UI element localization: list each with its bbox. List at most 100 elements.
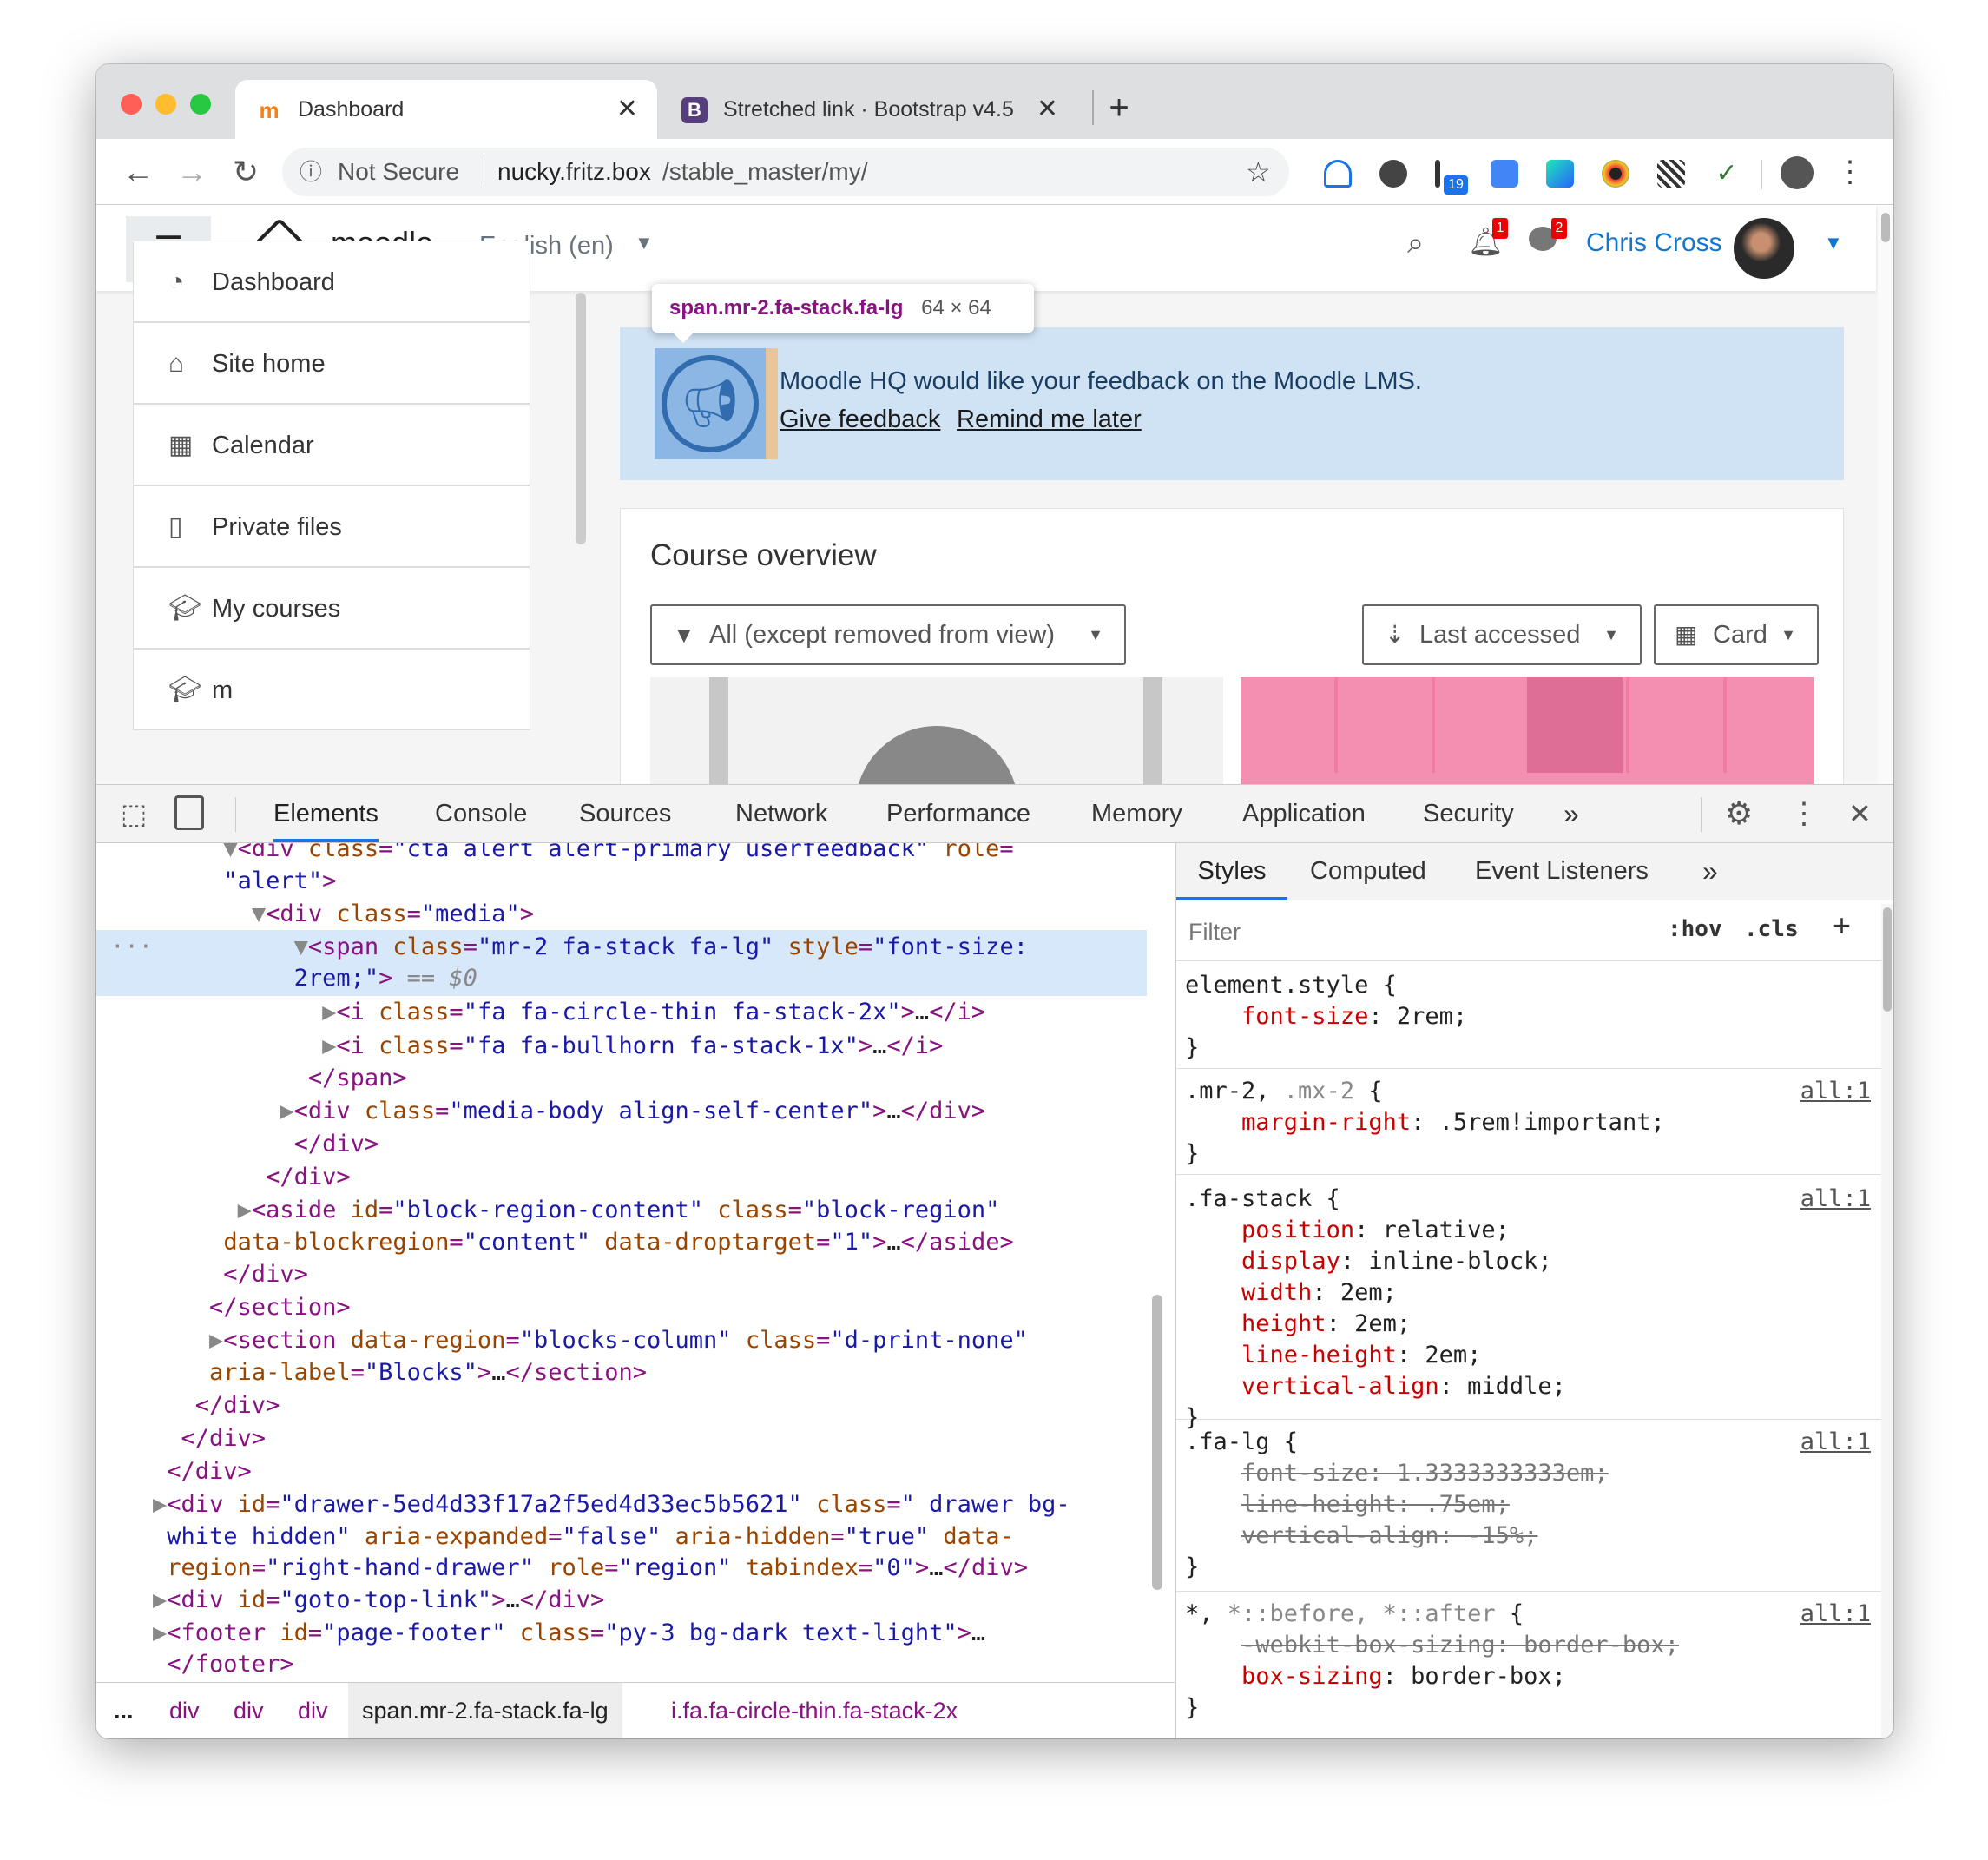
style-rule-universal[interactable]: all:1 *, *::before, *::after { -webkit-bo… (1176, 1599, 1881, 1738)
user-name[interactable]: Chris Cross (1586, 228, 1722, 258)
tab-elements[interactable]: Elements (273, 785, 379, 842)
crumb-more[interactable]: ... (114, 1683, 134, 1738)
avatar[interactable] (1734, 218, 1794, 279)
extension-3-icon[interactable] (1435, 160, 1440, 188)
dom-line[interactable]: ▶<aside id="block-region-content" class=… (96, 1194, 1147, 1226)
crumb-selected[interactable]: span.mr-2.fa-stack.fa-lg (348, 1683, 622, 1738)
tab-styles[interactable]: Styles (1176, 843, 1287, 900)
close-tab-icon[interactable]: ✕ (616, 80, 638, 139)
sort-dropdown[interactable]: ⇣ Last accessed ▼ (1362, 604, 1642, 665)
sidebar-item-calendar[interactable]: ▦ Calendar (133, 404, 530, 485)
sidebar-item-course-m[interactable]: 🎓︎ m (133, 649, 530, 730)
more-panels-chevron-icon[interactable]: » (1702, 843, 1718, 900)
style-rule-element[interactable]: element.style { font-size: 2rem; } (1176, 970, 1881, 1069)
profile-icon[interactable] (1781, 156, 1814, 189)
dom-line[interactable]: "alert"> (96, 865, 1147, 897)
elements-scrollbar[interactable] (1152, 1295, 1162, 1590)
course-card-image-h5p[interactable] (650, 677, 1223, 784)
tab-memory[interactable]: Memory (1091, 785, 1182, 842)
bookmark-star-icon[interactable]: ☆ (1246, 148, 1271, 196)
view-dropdown[interactable]: ▦ Card ▼ (1654, 604, 1819, 665)
dom-line[interactable]: ▼<div class="media"> (96, 898, 1147, 930)
dom-line[interactable]: ▶<div id="drawer-5ed4d33f17a2f5ed4d33ec5… (96, 1488, 1147, 1520)
sidebar-item-my-courses[interactable]: 🎓︎ My courses (133, 567, 530, 649)
crumb-child[interactable]: i.fa.fa-circle-thin.fa-stack-2x (671, 1683, 958, 1738)
sidebar-item-private-files[interactable]: ▯ Private files (133, 485, 530, 567)
dom-line[interactable]: ▶<i class="fa fa-bullhorn fa-stack-1x">…… (96, 1030, 1147, 1062)
grouping-filter-dropdown[interactable]: ▼ All (except removed from view) ▼ (650, 604, 1126, 665)
dom-line[interactable]: </div> (96, 1161, 1147, 1193)
color-picker-extension-icon[interactable] (1602, 160, 1629, 188)
drawer-scrollbar[interactable] (576, 293, 586, 544)
address-bar[interactable]: ⓘ Not Secure nucky.fritz.box /stable_mas… (282, 148, 1289, 196)
dom-line[interactable]: aria-label="Blocks">…</section> (96, 1356, 1147, 1388)
dom-line[interactable]: </div> (96, 1128, 1147, 1160)
dom-line-selected[interactable]: ··· ▼<span class="mr-2 fa-stack fa-lg" s… (96, 931, 1147, 963)
scrollbar-thumb[interactable] (1881, 213, 1890, 242)
inspect-element-icon[interactable]: ⬚ (121, 797, 147, 830)
tab-dashboard[interactable]: m Dashboard ✕ (235, 80, 657, 139)
styles-scrollbar[interactable] (1881, 904, 1893, 1738)
dom-line[interactable]: region="right-hand-drawer" role="region"… (96, 1552, 1147, 1584)
dom-line[interactable]: ▶<div class="media-body align-self-cente… (96, 1095, 1147, 1127)
styles-filter-input[interactable] (1185, 911, 1642, 953)
tab-network[interactable]: Network (735, 785, 827, 842)
browser-menu-icon[interactable]: ⋮ (1833, 148, 1867, 196)
dom-line[interactable]: data-blockregion="content" data-droptarg… (96, 1226, 1147, 1258)
class-toggle[interactable]: .cls (1744, 916, 1799, 942)
zoom-window-button[interactable] (190, 94, 211, 115)
give-feedback-link[interactable]: Give feedback (780, 406, 940, 434)
dom-line-selected[interactable]: 2rem;"> == $0 (96, 962, 1147, 994)
more-tabs-chevron-icon[interactable]: » (1563, 785, 1579, 842)
qr-code-extension-icon[interactable] (1657, 160, 1685, 188)
reload-icon[interactable]: ↻ (221, 148, 270, 196)
dom-line[interactable]: ▼<div class="cta alert alert-primary use… (96, 843, 1147, 865)
checkmark-extension-icon[interactable]: ✓ (1713, 160, 1741, 188)
new-tab-button[interactable]: + (1095, 83, 1143, 132)
dom-line[interactable]: ▶<div id="goto-top-link">…</div> (96, 1584, 1147, 1616)
dom-line[interactable]: </div> (96, 1455, 1147, 1487)
device-toolbar-icon[interactable] (174, 795, 204, 830)
wordpress-extension-icon[interactable] (1379, 160, 1407, 188)
back-arrow-icon[interactable]: ← (114, 148, 162, 196)
new-style-rule-icon[interactable]: + (1833, 907, 1851, 944)
dom-line[interactable]: ▶<footer id="page-footer" class="py-3 bg… (96, 1617, 1147, 1649)
remind-later-link[interactable]: Remind me later (957, 406, 1142, 434)
dom-line[interactable]: white hidden" aria-expanded="false" aria… (96, 1520, 1147, 1553)
dom-line[interactable]: ▶<section data-region="blocks-column" cl… (96, 1324, 1147, 1356)
tab-performance[interactable]: Performance (886, 785, 1030, 842)
tab-console[interactable]: Console (435, 785, 527, 842)
dom-line[interactable]: </div> (96, 1258, 1147, 1290)
tab-security[interactable]: Security (1423, 785, 1514, 842)
close-devtools-icon[interactable]: ✕ (1848, 785, 1872, 842)
translate-extension-icon[interactable] (1491, 160, 1518, 188)
user-menu-chevron-icon[interactable]: ▼ (1824, 232, 1843, 254)
settings-gear-icon[interactable]: ⚙ (1725, 785, 1753, 842)
dom-line[interactable]: </footer> (96, 1648, 1147, 1680)
crumb-div[interactable]: div (298, 1683, 328, 1738)
crumb-div[interactable]: div (169, 1683, 200, 1738)
dom-line[interactable]: </span> (96, 1062, 1147, 1094)
dom-line[interactable]: ▶<i class="fa fa-circle-thin fa-stack-2x… (96, 996, 1147, 1028)
tab-sources[interactable]: Sources (579, 785, 671, 842)
devtools-menu-icon[interactable]: ⋮ (1789, 785, 1819, 842)
dom-line[interactable]: </div> (96, 1422, 1147, 1454)
tab-bootstrap[interactable]: B Stretched link · Bootstrap v4.5 ✕ (661, 80, 1077, 139)
page-scrollbar[interactable] (1878, 206, 1893, 784)
extension-1-icon[interactable] (1324, 160, 1352, 188)
sidebar-item-dashboard[interactable]: ◔ Dashboard (133, 241, 530, 322)
hover-state-toggle[interactable]: :hov (1668, 916, 1722, 942)
styles-scrollbar-thumb[interactable] (1883, 907, 1892, 1012)
tab-event-listeners[interactable]: Event Listeners (1475, 843, 1649, 900)
search-icon[interactable]: ⌕ (1407, 227, 1424, 261)
close-window-button[interactable] (121, 94, 142, 115)
forward-arrow-icon[interactable]: → (168, 148, 216, 196)
tab-computed[interactable]: Computed (1310, 843, 1426, 900)
style-rule-mr-2[interactable]: all:1 .mr-2, .mx-2 { margin-right: .5rem!… (1176, 1076, 1881, 1175)
dom-line[interactable]: </section> (96, 1291, 1147, 1323)
sidebar-item-site-home[interactable]: ⌂ Site home (133, 322, 530, 404)
tab-application[interactable]: Application (1242, 785, 1366, 842)
minimize-window-button[interactable] (155, 94, 176, 115)
crumb-div[interactable]: div (234, 1683, 264, 1738)
dom-line[interactable]: </div> (96, 1389, 1147, 1421)
